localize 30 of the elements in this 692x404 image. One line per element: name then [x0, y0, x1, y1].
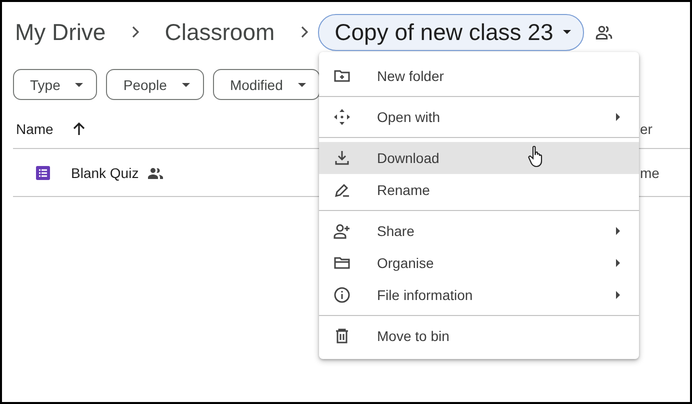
- move-icon: [333, 108, 351, 126]
- breadcrumb-link[interactable]: Classroom: [162, 18, 277, 46]
- add-person-icon: [333, 222, 351, 240]
- filter-chip[interactable]: Type: [13, 69, 98, 100]
- breadcrumb-link[interactable]: My Drive: [13, 18, 108, 46]
- current-folder-button[interactable]: Copy of new class 23: [318, 14, 584, 50]
- menu-item[interactable]: New folder: [319, 60, 639, 92]
- column-header[interactable]: er: [640, 121, 652, 137]
- arrow-up-icon[interactable]: [71, 121, 88, 137]
- people-icon[interactable]: [595, 23, 614, 41]
- trash-icon: [333, 327, 351, 345]
- download-icon: [333, 149, 351, 167]
- menu-item[interactable]: Download: [319, 142, 639, 174]
- file-name[interactable]: Blank Quiz: [71, 164, 139, 180]
- filter-chip[interactable]: People: [106, 69, 204, 100]
- column-header[interactable]: Name: [13, 121, 54, 137]
- menu-item[interactable]: Organise: [319, 247, 639, 279]
- form-file-icon: [35, 164, 51, 180]
- info-icon: [333, 286, 351, 304]
- menu-item[interactable]: Open with: [319, 101, 639, 133]
- menu-item[interactable]: Move to bin: [319, 320, 639, 352]
- table-cell: me: [640, 164, 660, 180]
- menu-item[interactable]: File information: [319, 279, 639, 311]
- menu-item[interactable]: Share: [319, 215, 639, 247]
- chevron-right-icon: [300, 26, 308, 38]
- pencil-icon: [333, 181, 351, 199]
- menu-item[interactable]: Rename: [319, 174, 639, 206]
- filter-chip[interactable]: Modified: [212, 69, 320, 100]
- chevron-right-icon: [132, 26, 139, 38]
- hand-cursor-icon: [527, 145, 545, 169]
